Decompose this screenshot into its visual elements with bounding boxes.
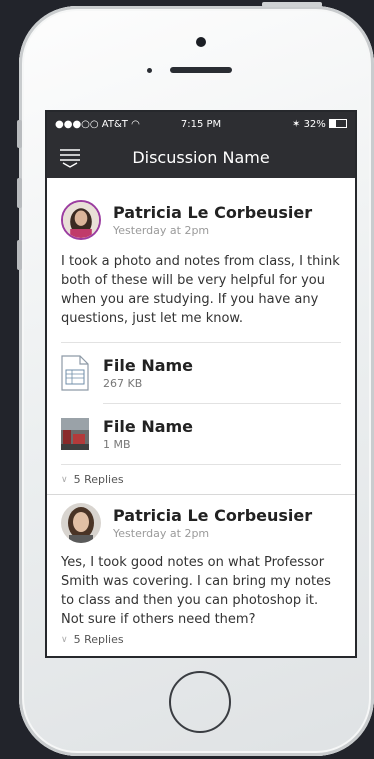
battery-icon: [328, 119, 347, 128]
file-size: 1 MB: [103, 438, 131, 451]
file-attachment[interactable]: File Name 267 KB: [61, 343, 341, 403]
battery-status: ✶ 32%: [250, 119, 347, 130]
mute-switch: [17, 120, 22, 148]
clock: 7:15 PM: [180, 118, 222, 130]
post-timestamp: Yesterday at 2pm: [113, 224, 210, 237]
avatar[interactable]: [61, 200, 101, 240]
page-title: Discussion Name: [132, 147, 270, 167]
chevron-down-icon: ∨: [61, 474, 68, 485]
volume-down-button: [17, 240, 22, 270]
replies-toggle[interactable]: ∨ 5 Replies: [61, 465, 341, 494]
post-body: I took a photo and notes from class, I t…: [61, 254, 340, 326]
file-name: File Name: [103, 356, 194, 375]
post: Patricia Le Corbeusier Yesterday at 2pm …: [47, 178, 355, 494]
front-camera: [196, 37, 206, 47]
bluetooth-icon: ✶: [291, 118, 301, 130]
volume-up-button: [17, 178, 22, 208]
power-button: [262, 2, 322, 7]
post-header: Patricia Le Corbeusier Yesterday at 2pm: [61, 200, 341, 240]
post-body: Yes, I took good notes on what Professor…: [61, 555, 331, 627]
author-name[interactable]: Patricia Le Corbeusier: [113, 506, 312, 525]
author-name[interactable]: Patricia Le Corbeusier: [113, 203, 312, 222]
image-thumbnail-icon: [61, 418, 89, 450]
file-name: File Name: [103, 417, 194, 436]
post-header: Patricia Le Corbeusier Yesterday at 2pm: [61, 503, 341, 543]
chevron-down-icon: ∨: [61, 634, 68, 645]
battery-percent: 32%: [303, 118, 326, 130]
nav-bar: Discussion Name: [47, 136, 355, 178]
post-timestamp: Yesterday at 2pm: [113, 527, 210, 540]
replies-count: 5 Replies: [73, 473, 124, 486]
file-size: 267 KB: [103, 377, 143, 390]
carrier-label: ●●●○○ AT&T: [55, 118, 128, 130]
file-attachment[interactable]: File Name 1 MB: [61, 404, 341, 464]
earpiece-speaker: [170, 67, 232, 73]
replies-count: 5 Replies: [73, 633, 124, 646]
replies-toggle[interactable]: ∨ 5 Replies: [61, 629, 341, 654]
post: Patricia Le Corbeusier Yesterday at 2pm …: [47, 495, 355, 654]
proximity-sensor: [147, 68, 152, 73]
avatar[interactable]: [61, 503, 101, 543]
home-button[interactable]: [169, 671, 231, 733]
carrier-signal: ●●●○○ AT&T ◠: [55, 119, 152, 130]
menu-icon[interactable]: [59, 146, 81, 168]
status-bar: ●●●○○ AT&T ◠ 7:15 PM ✶ 32%: [47, 112, 355, 136]
phone-screen: ●●●○○ AT&T ◠ 7:15 PM ✶ 32% Discussion Na…: [45, 110, 357, 658]
document-icon: [61, 355, 89, 391]
wifi-icon: ◠: [131, 118, 140, 130]
